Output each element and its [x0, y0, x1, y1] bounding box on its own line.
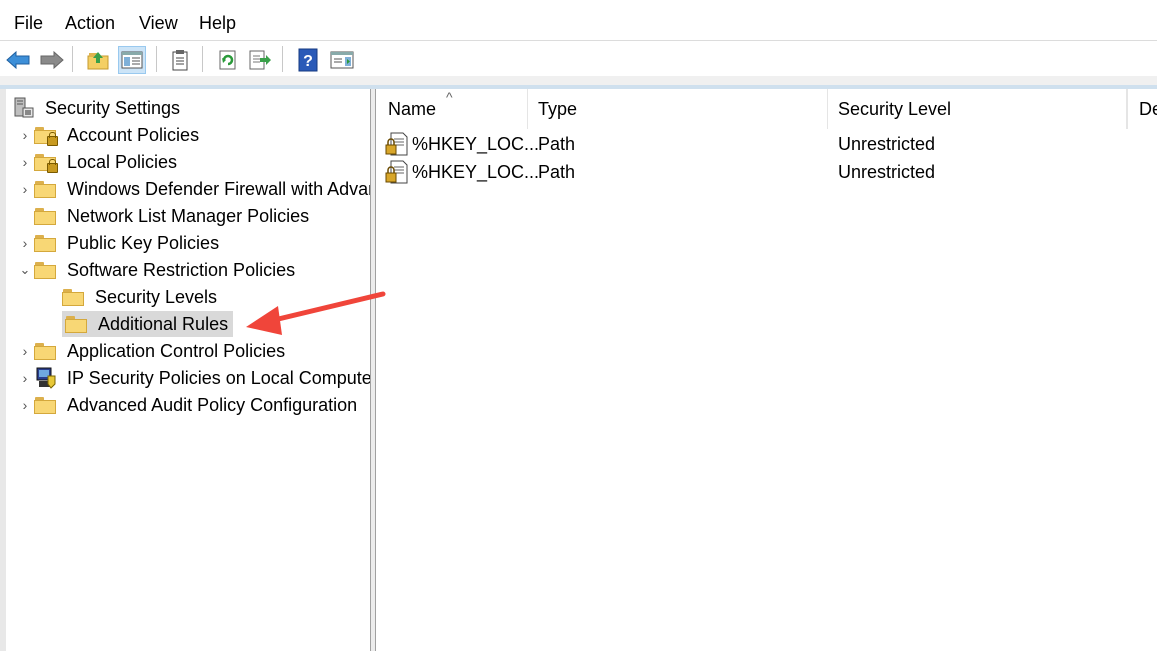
column-header-label: De: [1139, 98, 1157, 119]
folder-icon: [34, 394, 60, 416]
tree-root-security-settings[interactable]: Security Settings: [12, 95, 183, 121]
column-header-label: Name: [388, 98, 437, 119]
folder-icon: [34, 340, 60, 362]
folder-icon: [62, 286, 88, 308]
export-list-icon[interactable]: [246, 46, 274, 74]
rule-type: Path: [538, 162, 576, 182]
svg-text:?: ?: [303, 53, 313, 70]
tree-item-label: Advanced Audit Policy Configuration: [67, 394, 358, 415]
refresh-icon[interactable]: [214, 46, 242, 74]
column-header-name[interactable]: ^ Name: [376, 89, 528, 129]
tree-root-label: Security Settings: [45, 97, 181, 118]
ip-security-icon: [34, 367, 60, 389]
tree-item-label: Additional Rules: [95, 312, 232, 336]
tree-item-label: Security Levels: [95, 286, 218, 307]
tree-item-network-list-manager-policies[interactable]: Network List Manager Policies: [16, 203, 312, 229]
chevron-right-icon[interactable]: ›: [16, 230, 34, 256]
list-pane: ^ Name Type Security Level De %HKEY_LOC.…: [376, 89, 1157, 651]
tree-item-software-restriction-policies[interactable]: ⌄ Software Restriction Policies: [16, 257, 298, 283]
menu-view[interactable]: View: [139, 12, 178, 34]
chevron-right-icon[interactable]: ›: [16, 338, 34, 364]
folder-icon: [34, 205, 60, 227]
list-row[interactable]: %HKEY_LOC... Path Unrestricted: [376, 131, 1157, 159]
sort-ascending-icon: ^: [446, 89, 453, 105]
tree-item-label: IP Security Policies on Local Computer: [67, 367, 370, 388]
folder-icon: [65, 313, 91, 335]
rule-name: %HKEY_LOC...: [412, 162, 540, 182]
tree-item-local-policies[interactable]: › Local Policies: [16, 149, 180, 175]
chevron-right-icon[interactable]: ›: [16, 149, 34, 175]
tree-item-account-policies[interactable]: › Account Policies: [16, 122, 202, 148]
locked-folder-icon: [34, 151, 60, 173]
rule-path-icon: [384, 131, 410, 162]
tree-item-application-control-policies[interactable]: › Application Control Policies: [16, 338, 288, 364]
menu-help[interactable]: Help: [199, 12, 236, 34]
chevron-right-icon[interactable]: ›: [16, 392, 34, 418]
tree-item-label: Application Control Policies: [67, 340, 286, 361]
security-settings-icon: [12, 97, 38, 119]
forward-arrow-icon[interactable]: [38, 46, 66, 74]
column-header-label: Security Level: [838, 98, 952, 119]
menu-bar: File Action View Help: [0, 0, 1157, 40]
column-header-type[interactable]: Type: [526, 89, 828, 129]
properties-icon[interactable]: [166, 46, 194, 74]
tree-item-label: Account Policies: [67, 124, 200, 145]
help-icon[interactable]: ?: [294, 46, 322, 74]
column-header-security-level[interactable]: Security Level: [826, 89, 1128, 129]
chevron-right-icon[interactable]: ›: [16, 122, 34, 148]
tree-item-label: Network List Manager Policies: [67, 205, 310, 226]
menu-file[interactable]: File: [14, 12, 43, 34]
tree-item-advanced-audit-policy-configuration[interactable]: › Advanced Audit Policy Configuration: [16, 392, 360, 418]
show-hide-tree-icon[interactable]: [118, 46, 146, 74]
tree-item-label: Software Restriction Policies: [67, 259, 296, 280]
rule-security-level: Unrestricted: [838, 162, 936, 182]
chevron-right-icon[interactable]: ›: [16, 176, 34, 202]
rule-type: Path: [538, 134, 576, 154]
up-folder-icon[interactable]: [84, 46, 112, 74]
rule-name: %HKEY_LOC...: [412, 134, 540, 154]
column-header-description[interactable]: De: [1126, 89, 1157, 129]
column-header-label: Type: [538, 98, 578, 119]
tree-item-additional-rules[interactable]: Additional Rules: [62, 311, 234, 337]
list-row[interactable]: %HKEY_LOC... Path Unrestricted: [376, 159, 1157, 187]
tree-item-label: Local Policies: [67, 151, 178, 172]
chevron-right-icon[interactable]: ›: [16, 365, 34, 391]
rule-path-icon: [384, 159, 410, 190]
rule-security-level: Unrestricted: [838, 134, 936, 154]
tree-item-label: Windows Defender Firewall with Advar: [67, 178, 370, 199]
toolbar: ?: [0, 40, 1157, 77]
chevron-down-icon[interactable]: ⌄: [16, 257, 34, 283]
back-arrow-icon[interactable]: [4, 46, 32, 74]
locked-folder-icon: [34, 124, 60, 146]
tree-item-windows-defender-firewall[interactable]: › Windows Defender Firewall with Advar: [16, 176, 370, 202]
show-action-pane-icon[interactable]: [328, 46, 356, 74]
folder-icon: [34, 178, 60, 200]
folder-icon: [34, 259, 60, 281]
folder-icon: [34, 232, 60, 254]
tree-pane: Security Settings › Account Policies › L…: [0, 89, 370, 651]
tree-item-label: Public Key Policies: [67, 232, 220, 253]
tree-item-ip-security-policies[interactable]: › IP Security Policies on Local Computer: [16, 365, 370, 391]
tree-item-public-key-policies[interactable]: › Public Key Policies: [16, 230, 222, 256]
menu-action[interactable]: Action: [65, 12, 115, 34]
tree-item-security-levels[interactable]: Security Levels: [62, 284, 220, 310]
